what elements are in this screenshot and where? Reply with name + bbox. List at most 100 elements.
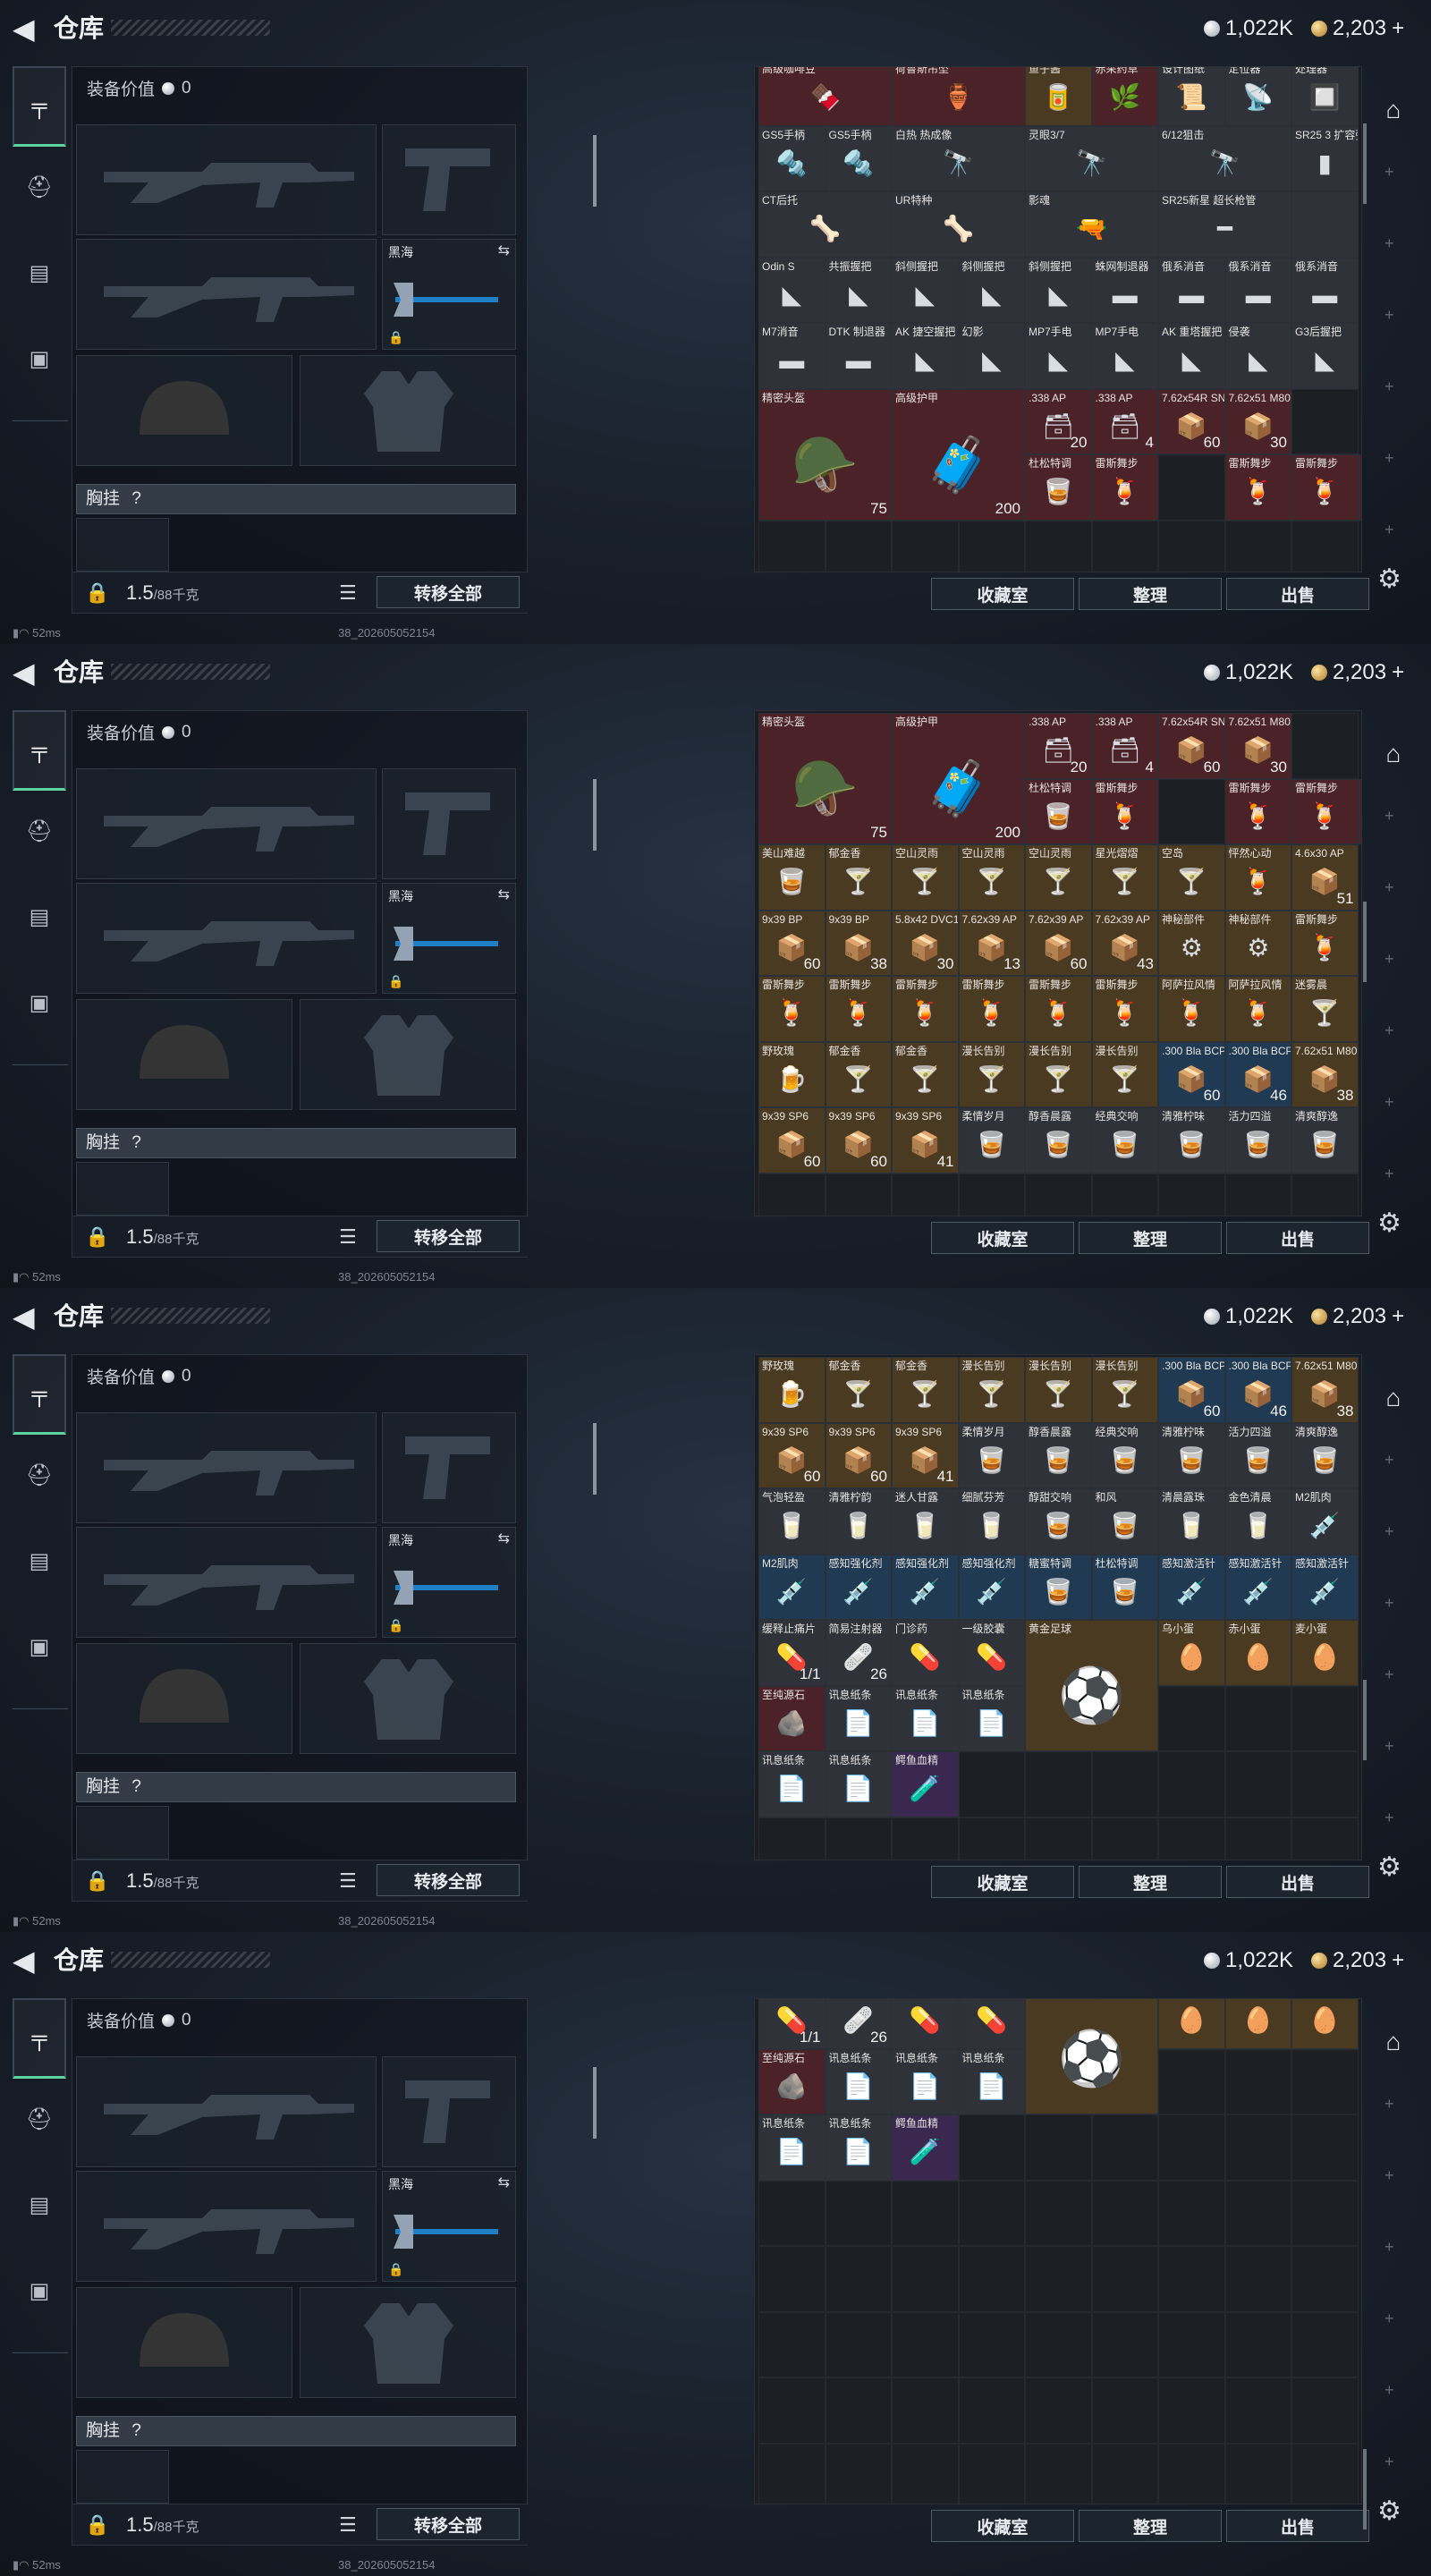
- inventory-item[interactable]: SR25新星 超长枪管 ━: [1158, 191, 1291, 258]
- empty-slot[interactable]: [892, 1173, 959, 1216]
- empty-slot[interactable]: [825, 1173, 892, 1216]
- silver-currency[interactable]: 1,022K: [1204, 13, 1293, 45]
- empty-slot[interactable]: [1291, 2114, 1359, 2181]
- list-icon[interactable]: ☰: [339, 1869, 357, 1893]
- inventory-item[interactable]: 9x39 SP6 📦 60: [758, 1422, 826, 1488]
- empty-slot[interactable]: [825, 2180, 892, 2246]
- inventory-item[interactable]: 讯息纸条 📄: [892, 2048, 959, 2114]
- inventory-item[interactable]: 高级护甲 🧳 200: [892, 713, 1025, 844]
- collection-button[interactable]: 收藏室: [931, 578, 1074, 610]
- empty-slot[interactable]: [1158, 2180, 1225, 2246]
- inventory-item[interactable]: 9x39 SP6 📦 60: [758, 1107, 826, 1174]
- swap-icon[interactable]: ⇆: [498, 1530, 510, 1547]
- inventory-item[interactable]: 赤采药草 🌿: [1091, 67, 1158, 126]
- inventory-item[interactable]: 气泡轻盈 🥛: [758, 1488, 826, 1555]
- inventory-item[interactable]: 美山难越 🥃: [758, 844, 826, 911]
- inventory-item[interactable]: 漫长告别 🍸: [1025, 1041, 1092, 1107]
- inventory-item[interactable]: 简易注射器 🩹 26: [825, 1620, 892, 1686]
- helmet-slot[interactable]: [76, 355, 292, 466]
- add-tab-icon[interactable]: +: [1384, 306, 1394, 325]
- inventory-item[interactable]: 至纯源石 🪨: [758, 1685, 826, 1751]
- inventory-item[interactable]: 迷雾晨 🍸: [1291, 976, 1359, 1042]
- list-icon[interactable]: ☰: [339, 1225, 357, 1249]
- inventory-item[interactable]: 怦然心动 🍹: [1224, 844, 1291, 911]
- inventory-item[interactable]: 9x39 BP 📦 60: [758, 910, 826, 976]
- tab-armor[interactable]: ▤: [13, 886, 66, 948]
- tab-bag[interactable]: ▣: [13, 2259, 66, 2322]
- empty-slot[interactable]: [1158, 2114, 1225, 2181]
- tab-bag[interactable]: ▣: [13, 971, 66, 1034]
- inventory-item[interactable]: 灵眼3/7 🔭: [1025, 125, 1158, 191]
- storage-scrollbar[interactable]: [1363, 2449, 1367, 2529]
- inventory-item[interactable]: 🥚: [1291, 1999, 1359, 2049]
- inventory-item[interactable]: 俄系消音 ▬: [1291, 257, 1359, 323]
- inventory-item[interactable]: 经典交响 🥃: [1091, 1422, 1158, 1488]
- empty-slot[interactable]: [1291, 388, 1359, 454]
- armor-slot[interactable]: [300, 1643, 516, 1754]
- lock-icon[interactable]: 🔒: [85, 1225, 109, 1249]
- inventory-item[interactable]: AK 捷空握把 ◣: [892, 323, 959, 389]
- secondary-weapon-slot[interactable]: [76, 2171, 377, 2282]
- inventory-item[interactable]: 俄系消音 ▬: [1224, 257, 1291, 323]
- inventory-item[interactable]: 活力四溢 🥃: [1224, 1107, 1291, 1174]
- inventory-item[interactable]: 7.62x51 M80 📦 30: [1224, 713, 1291, 779]
- inventory-item[interactable]: M2肌肉 💉: [1291, 1488, 1359, 1555]
- add-tab-icon[interactable]: +: [1384, 521, 1394, 539]
- storage-scrollbar[interactable]: [1363, 1680, 1367, 1760]
- inventory-item[interactable]: .338 AP 🗃 4: [1091, 388, 1158, 454]
- help-icon[interactable]: ?: [131, 2421, 141, 2440]
- inventory-item[interactable]: 麦小蛋 🥚: [1291, 1620, 1359, 1686]
- empty-slot[interactable]: [1291, 1751, 1359, 1818]
- add-tab-icon[interactable]: +: [1384, 1522, 1394, 1541]
- inventory-item[interactable]: 鳄鱼血精 🧪: [892, 2114, 959, 2181]
- inventory-item[interactable]: 斜侧握把 ◣: [958, 257, 1025, 323]
- silver-currency[interactable]: 1,022K: [1204, 657, 1293, 689]
- empty-slot[interactable]: [958, 2180, 1025, 2246]
- inventory-item[interactable]: 杜松特调 🥃: [1091, 1554, 1158, 1620]
- add-tab-icon[interactable]: +: [1384, 163, 1394, 182]
- inventory-item[interactable]: 杜松特调 🥃: [1025, 454, 1092, 521]
- inventory-item[interactable]: 7.62x39 AP 📦 43: [1091, 910, 1158, 976]
- inventory-item[interactable]: 雷斯舞步🍹: [1291, 778, 1359, 844]
- inventory-item[interactable]: 9x39 SP6 📦 41: [892, 1422, 959, 1488]
- empty-slot[interactable]: [758, 2311, 826, 2377]
- melee-slot[interactable]: 黑海 ⇆ 🔒: [382, 2171, 516, 2282]
- inventory-item[interactable]: 漫长告别 🍸: [1025, 1357, 1092, 1423]
- armor-slot[interactable]: [300, 2287, 516, 2398]
- empty-slot[interactable]: [825, 2246, 892, 2312]
- organize-button[interactable]: 整理: [1079, 1866, 1222, 1898]
- inventory-item[interactable]: 7.62x51 M80 📦 38: [1291, 1357, 1359, 1423]
- inventory-item[interactable]: 雷斯舞步🍹: [1358, 778, 1361, 844]
- add-tab-icon[interactable]: +: [1384, 2166, 1394, 2185]
- inventory-item[interactable]: 感知激活针 💉: [1158, 1554, 1225, 1620]
- empty-slot[interactable]: [958, 520, 1025, 572]
- sell-button[interactable]: 出售: [1226, 578, 1369, 610]
- inventory-item[interactable]: 神秘部件 ⚙: [1224, 910, 1291, 976]
- empty-slot[interactable]: [1224, 2114, 1291, 2181]
- inventory-item[interactable]: 雷斯舞步🍹: [958, 976, 1025, 1042]
- inventory-item[interactable]: 活力四溢 🥃: [1224, 1422, 1291, 1488]
- inventory-item[interactable]: 雷斯舞步🍹: [1025, 976, 1092, 1042]
- add-tab-icon[interactable]: +: [1384, 1594, 1394, 1613]
- inventory-item[interactable]: 阿萨拉风情 🍹: [1224, 976, 1291, 1042]
- empty-slot[interactable]: [1091, 2246, 1158, 2312]
- inventory-item[interactable]: 7.62x54R SNB 📦60: [1158, 388, 1225, 454]
- tab-armor[interactable]: ▤: [13, 1530, 66, 1592]
- tab-weapons[interactable]: ╤: [13, 1354, 66, 1435]
- inventory-item[interactable]: M2肌肉 💉: [758, 1554, 826, 1620]
- inventory-item[interactable]: 定位器 📡: [1224, 67, 1291, 126]
- chest-rig-slot[interactable]: [76, 2450, 169, 2504]
- empty-slot[interactable]: [958, 2114, 1025, 2181]
- empty-slot[interactable]: [758, 2377, 826, 2444]
- primary-weapon-slot[interactable]: [76, 2056, 377, 2167]
- inventory-item[interactable]: .300 Bla BCP SUB 📦46: [1224, 1041, 1291, 1107]
- empty-slot[interactable]: [1224, 1173, 1291, 1216]
- empty-slot[interactable]: [758, 1817, 826, 1860]
- empty-slot[interactable]: [758, 2180, 826, 2246]
- empty-slot[interactable]: [892, 2377, 959, 2444]
- inventory-item[interactable]: CT后托 🦴: [758, 191, 892, 258]
- tab-bag[interactable]: ▣: [13, 1615, 66, 1678]
- inventory-item[interactable]: AK 重塔握把 ◣: [1158, 323, 1225, 389]
- empty-slot[interactable]: [1091, 1817, 1158, 1860]
- melee-slot[interactable]: 黑海 ⇆ 🔒: [382, 1527, 516, 1638]
